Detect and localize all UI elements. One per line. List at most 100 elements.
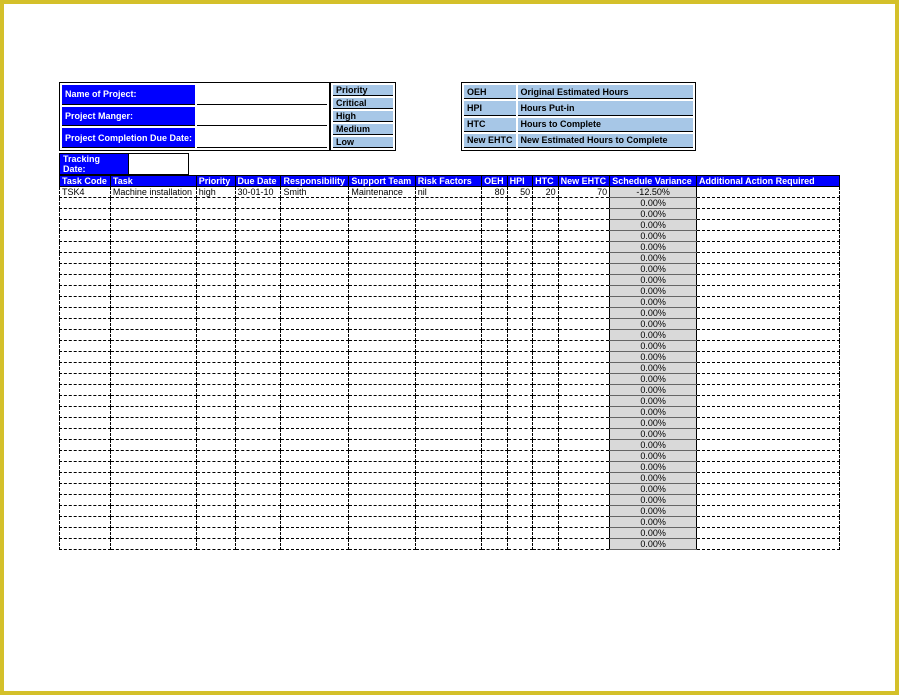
cell-responsibility[interactable] [281, 275, 349, 286]
cell-hpi[interactable] [507, 297, 533, 308]
cell-task[interactable] [110, 363, 196, 374]
cell-oeh[interactable] [482, 473, 508, 484]
cell-schedule-variance[interactable]: 0.00% [610, 198, 697, 209]
cell-priority[interactable] [196, 462, 235, 473]
cell-responsibility[interactable] [281, 517, 349, 528]
cell-new-ehtc[interactable] [558, 440, 610, 451]
cell-due-date[interactable] [235, 418, 281, 429]
cell-oeh[interactable] [482, 242, 508, 253]
cell-responsibility[interactable] [281, 198, 349, 209]
cell-htc[interactable] [533, 396, 559, 407]
cell-task[interactable] [110, 220, 196, 231]
cell-hpi[interactable] [507, 209, 533, 220]
cell-due-date[interactable] [235, 385, 281, 396]
cell-oeh[interactable] [482, 517, 508, 528]
table-row[interactable]: 0.00% [60, 297, 840, 308]
cell-new-ehtc[interactable] [558, 319, 610, 330]
cell-hpi[interactable] [507, 495, 533, 506]
cell-new-ehtc[interactable] [558, 363, 610, 374]
cell-task-code[interactable] [60, 539, 111, 550]
cell-oeh[interactable] [482, 440, 508, 451]
cell-additional-action[interactable] [696, 484, 839, 495]
cell-hpi[interactable] [507, 319, 533, 330]
cell-oeh[interactable] [482, 286, 508, 297]
cell-priority[interactable] [196, 352, 235, 363]
cell-hpi[interactable] [507, 473, 533, 484]
cell-hpi[interactable] [507, 363, 533, 374]
cell-risk-factors[interactable] [415, 495, 481, 506]
cell-support-team[interactable] [349, 198, 415, 209]
cell-task[interactable] [110, 286, 196, 297]
cell-additional-action[interactable] [696, 275, 839, 286]
cell-hpi[interactable] [507, 198, 533, 209]
cell-additional-action[interactable] [696, 495, 839, 506]
cell-due-date[interactable] [235, 264, 281, 275]
cell-due-date[interactable] [235, 440, 281, 451]
cell-additional-action[interactable] [696, 385, 839, 396]
cell-support-team[interactable] [349, 363, 415, 374]
cell-priority[interactable] [196, 473, 235, 484]
cell-hpi[interactable] [507, 484, 533, 495]
cell-htc[interactable] [533, 308, 559, 319]
cell-oeh[interactable] [482, 407, 508, 418]
cell-responsibility[interactable] [281, 396, 349, 407]
cell-new-ehtc[interactable] [558, 506, 610, 517]
cell-oeh[interactable] [482, 231, 508, 242]
cell-risk-factors[interactable] [415, 363, 481, 374]
cell-task-code[interactable] [60, 253, 111, 264]
cell-additional-action[interactable] [696, 198, 839, 209]
cell-htc[interactable] [533, 209, 559, 220]
cell-task[interactable] [110, 396, 196, 407]
cell-task[interactable] [110, 319, 196, 330]
cell-risk-factors[interactable] [415, 275, 481, 286]
cell-risk-factors[interactable] [415, 352, 481, 363]
cell-hpi[interactable] [507, 407, 533, 418]
cell-htc[interactable] [533, 242, 559, 253]
cell-hpi[interactable]: 50 [507, 187, 533, 198]
cell-hpi[interactable] [507, 451, 533, 462]
cell-task[interactable] [110, 242, 196, 253]
cell-schedule-variance[interactable]: 0.00% [610, 242, 697, 253]
cell-schedule-variance[interactable]: 0.00% [610, 286, 697, 297]
cell-task[interactable]: Machine installation [110, 187, 196, 198]
table-row[interactable]: 0.00% [60, 462, 840, 473]
cell-additional-action[interactable] [696, 308, 839, 319]
cell-risk-factors[interactable] [415, 484, 481, 495]
cell-task-code[interactable] [60, 352, 111, 363]
cell-due-date[interactable] [235, 363, 281, 374]
cell-priority[interactable] [196, 528, 235, 539]
cell-task[interactable] [110, 539, 196, 550]
cell-priority[interactable] [196, 407, 235, 418]
table-row[interactable]: 0.00% [60, 374, 840, 385]
cell-task-code[interactable] [60, 495, 111, 506]
cell-new-ehtc[interactable] [558, 484, 610, 495]
cell-support-team[interactable] [349, 242, 415, 253]
cell-htc[interactable] [533, 253, 559, 264]
cell-additional-action[interactable] [696, 286, 839, 297]
cell-responsibility[interactable] [281, 352, 349, 363]
table-row[interactable]: 0.00% [60, 429, 840, 440]
cell-task-code[interactable] [60, 517, 111, 528]
table-row[interactable]: 0.00% [60, 506, 840, 517]
cell-oeh[interactable] [482, 352, 508, 363]
cell-oeh[interactable] [482, 539, 508, 550]
cell-oeh[interactable] [482, 451, 508, 462]
cell-htc[interactable] [533, 341, 559, 352]
cell-schedule-variance[interactable]: 0.00% [610, 385, 697, 396]
cell-hpi[interactable] [507, 528, 533, 539]
cell-oeh[interactable] [482, 198, 508, 209]
cell-priority[interactable] [196, 330, 235, 341]
cell-priority[interactable] [196, 275, 235, 286]
cell-schedule-variance[interactable]: -12.50% [610, 187, 697, 198]
cell-task-code[interactable] [60, 385, 111, 396]
cell-risk-factors[interactable]: nil [415, 187, 481, 198]
cell-risk-factors[interactable] [415, 385, 481, 396]
cell-htc[interactable] [533, 352, 559, 363]
cell-additional-action[interactable] [696, 440, 839, 451]
cell-oeh[interactable] [482, 374, 508, 385]
cell-due-date[interactable] [235, 297, 281, 308]
cell-task[interactable] [110, 374, 196, 385]
cell-htc[interactable] [533, 231, 559, 242]
cell-hpi[interactable] [507, 308, 533, 319]
cell-additional-action[interactable] [696, 451, 839, 462]
